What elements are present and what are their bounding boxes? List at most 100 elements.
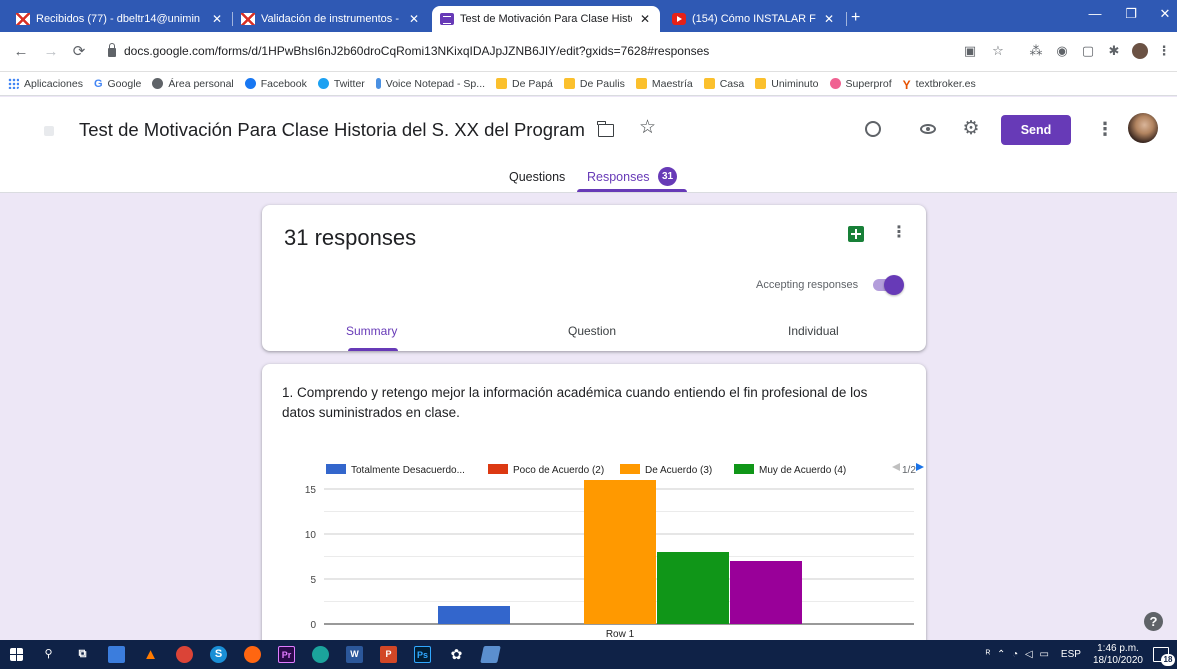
gear-icon[interactable]: ⚙: [960, 118, 982, 140]
legend-label: Totalmente Desacuerdo...: [351, 465, 465, 476]
lock-icon[interactable]: [108, 42, 116, 57]
bookmarks-bar: Aplicaciones G Google Área personal Faceb…: [0, 72, 1177, 96]
forward-icon[interactable]: →: [42, 43, 60, 61]
bookmark-voice-notepad[interactable]: Voice Notepad - Sp...: [375, 78, 485, 90]
notifications-count: 18: [1161, 654, 1175, 666]
send-button[interactable]: Send: [1001, 115, 1071, 145]
bookmark-superprof[interactable]: Superprof: [829, 78, 892, 90]
clock[interactable]: 1:46 p.m. 18/10/2020: [1093, 643, 1143, 667]
more-options-icon[interactable]: ⋮: [1096, 118, 1114, 140]
powerpoint-icon[interactable]: P: [380, 646, 397, 663]
premiere-icon[interactable]: Pr: [278, 646, 295, 663]
bookmark-facebook[interactable]: Facebook: [244, 78, 307, 90]
profile-avatar[interactable]: [1132, 43, 1148, 59]
toggle-knob[interactable]: [884, 275, 904, 295]
translate-icon[interactable]: ▣: [962, 43, 978, 59]
document-icon[interactable]: ▢: [1080, 43, 1096, 59]
tab-responses[interactable]: Responses: [587, 170, 650, 184]
browser-tab-gmail[interactable]: Recibidos (77) - dbeltr14@unimin ✕: [8, 6, 232, 32]
restore-button[interactable]: ❐: [1116, 6, 1146, 22]
forms-logo-icon[interactable]: [44, 126, 54, 136]
legend-next-icon[interactable]: [916, 463, 924, 471]
extension-icon[interactable]: ◉: [1054, 43, 1070, 59]
apps-icon: [8, 78, 19, 89]
edge-icon[interactable]: [312, 646, 329, 663]
globe-icon: [152, 78, 164, 89]
legend-swatch: [488, 464, 508, 474]
preview-eye-icon[interactable]: [917, 118, 939, 140]
windows-taskbar: ⚲ ⧉ ▲ S Pr W P Ps ✿ ᴿ ⌃ ◔ ◁ ▭ ESP 1:46 p…: [0, 640, 1177, 669]
bar-3[interactable]: [584, 480, 656, 624]
browser-tab-gmail-2[interactable]: Validación de instrumentos - dav ✕: [233, 6, 429, 32]
y-tick-label: 0: [310, 620, 316, 631]
bookmark-area-personal[interactable]: Área personal: [152, 78, 234, 90]
windows-start-icon[interactable]: [10, 648, 23, 661]
responses-count-heading: 31 responses: [284, 225, 417, 250]
bookmark-google[interactable]: G Google: [93, 78, 141, 91]
url-bar[interactable]: docs.google.com/forms/d/1HPwBhsI6nJ2b60d…: [108, 40, 868, 62]
bookmark-maestria[interactable]: Maestría: [635, 78, 693, 90]
tab-separator: [846, 12, 847, 26]
google-icon: G: [93, 78, 103, 90]
close-icon[interactable]: ✕: [407, 12, 421, 26]
legend-label: Muy de Acuerdo (4): [759, 465, 846, 476]
subtab-individual[interactable]: Individual: [788, 324, 839, 338]
tab-title: Test de Motivación Para Clase Histo: [460, 13, 632, 25]
legend-prev-icon[interactable]: [892, 463, 900, 471]
window-close-button[interactable]: ✕: [1150, 6, 1177, 22]
url-text: docs.google.com/forms/d/1HPwBhsI6nJ2b60d…: [124, 44, 710, 58]
bookmark-de-papa[interactable]: De Papá: [496, 78, 553, 90]
close-icon[interactable]: ✕: [638, 12, 652, 26]
legend-label: De Acuerdo (3): [645, 465, 712, 476]
move-to-folder-icon[interactable]: [597, 121, 614, 137]
bookmark-apps[interactable]: Aplicaciones: [8, 78, 83, 90]
bar-5[interactable]: [730, 561, 802, 624]
chrome-menu-icon[interactable]: ⋮: [1156, 43, 1172, 59]
star-icon[interactable]: ☆: [639, 118, 656, 138]
subtab-question[interactable]: Question: [568, 324, 616, 338]
tray-icons[interactable]: ᴿ ⌃ ◔ ◁ ▭: [986, 649, 1051, 660]
more-options-icon[interactable]: ⋮: [891, 223, 907, 243]
palette-icon[interactable]: [862, 118, 884, 140]
x-category-label: Row 1: [606, 629, 635, 640]
extension-icon[interactable]: ⁂: [1028, 43, 1044, 59]
subtab-summary[interactable]: Summary: [346, 324, 397, 338]
bookmark-textbroker[interactable]: Ytextbroker.es: [903, 78, 976, 93]
browser-tab-forms[interactable]: Test de Motivación Para Clase Histo ✕: [432, 6, 660, 32]
bookmark-de-paulis[interactable]: De Paulis: [563, 78, 625, 90]
pinned-app-icon[interactable]: [480, 646, 501, 663]
close-icon[interactable]: ✕: [822, 12, 836, 26]
search-icon[interactable]: ⚲: [40, 646, 57, 663]
chrome-icon[interactable]: [176, 646, 193, 663]
bookmark-star-icon[interactable]: ☆: [990, 43, 1006, 59]
firefox-icon[interactable]: [244, 646, 261, 663]
close-icon[interactable]: ✕: [210, 12, 224, 26]
bookmark-uniminuto[interactable]: Uniminuto: [755, 78, 819, 90]
minimize-button[interactable]: —: [1080, 6, 1110, 21]
new-tab-button[interactable]: +: [851, 10, 860, 26]
bookmark-twitter[interactable]: Twitter: [317, 78, 365, 90]
bar-4[interactable]: [657, 552, 729, 624]
form-title[interactable]: Test de Motivación Para Clase Historia d…: [79, 119, 589, 141]
avatar[interactable]: [1128, 113, 1158, 143]
bar-1[interactable]: [438, 606, 510, 624]
photoshop-icon[interactable]: Ps: [414, 646, 431, 663]
help-icon[interactable]: ?: [1144, 612, 1163, 631]
sheets-icon[interactable]: [848, 226, 864, 242]
folder-icon: [755, 78, 767, 89]
task-view-icon[interactable]: ⧉: [74, 646, 91, 663]
file-explorer-icon[interactable]: [108, 646, 125, 663]
address-bar-row: ← → ⟳ docs.google.com/forms/d/1HPwBhsI6n…: [0, 32, 1177, 72]
clock-date: 18/10/2020: [1092, 654, 1143, 666]
puzzle-icon[interactable]: ✱: [1106, 43, 1122, 59]
browser-tab-youtube[interactable]: (154) Cómo INSTALAR Fuentes en ✕: [664, 6, 844, 32]
back-icon[interactable]: ←: [12, 43, 30, 61]
vlc-icon[interactable]: ▲: [142, 646, 159, 663]
word-icon[interactable]: W: [346, 646, 363, 663]
tab-questions[interactable]: Questions: [509, 170, 565, 184]
bookmark-casa[interactable]: Casa: [703, 78, 744, 90]
reload-icon[interactable]: ⟳: [70, 43, 88, 61]
skype-icon[interactable]: S: [210, 646, 227, 663]
language-indicator[interactable]: ESP: [1061, 649, 1081, 660]
settings-gear-icon[interactable]: ✿: [448, 646, 465, 663]
